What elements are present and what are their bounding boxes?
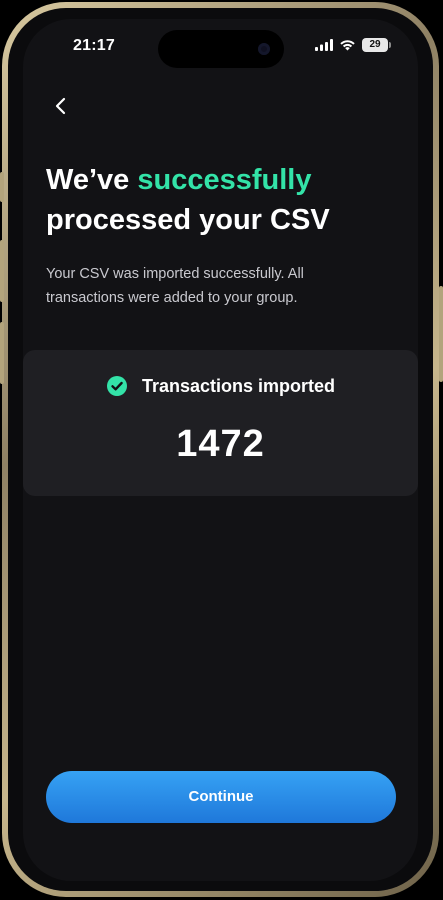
result-count: 1472: [176, 423, 265, 465]
continue-button[interactable]: Continue: [46, 771, 396, 823]
check-circle-icon: [106, 376, 127, 396]
dynamic-island: [158, 30, 284, 68]
result-card: Transactions imported 1472: [23, 350, 418, 496]
result-header: Transactions imported: [23, 375, 418, 397]
page-title: We’ve successfully processed your CSV: [46, 160, 386, 240]
result-label: Transactions imported: [141, 375, 336, 396]
volume-up-button: [0, 240, 4, 302]
title-rest: processed your CSV: [46, 204, 330, 236]
battery-icon: 29: [362, 38, 391, 52]
status-bar: 21:17 29: [23, 19, 418, 75]
status-time: 21:17: [73, 37, 115, 54]
back-icon: [55, 97, 66, 115]
back-button[interactable]: [49, 94, 73, 118]
volume-down-button: [0, 322, 4, 384]
status-icons: 29: [315, 38, 391, 52]
camera-icon: [258, 43, 270, 55]
app-screen: 21:17 29 We’ve successfully processed yo…: [23, 19, 418, 881]
description-text: Your CSV was imported successfully. All …: [46, 266, 304, 306]
title-accent: successfully: [137, 164, 312, 196]
title-prefix: We’ve: [46, 164, 138, 196]
power-button: [439, 286, 443, 382]
signal-icon: [315, 39, 333, 51]
action-button: [0, 172, 4, 202]
wifi-icon: [340, 40, 355, 51]
battery-level: 29: [369, 39, 381, 50]
